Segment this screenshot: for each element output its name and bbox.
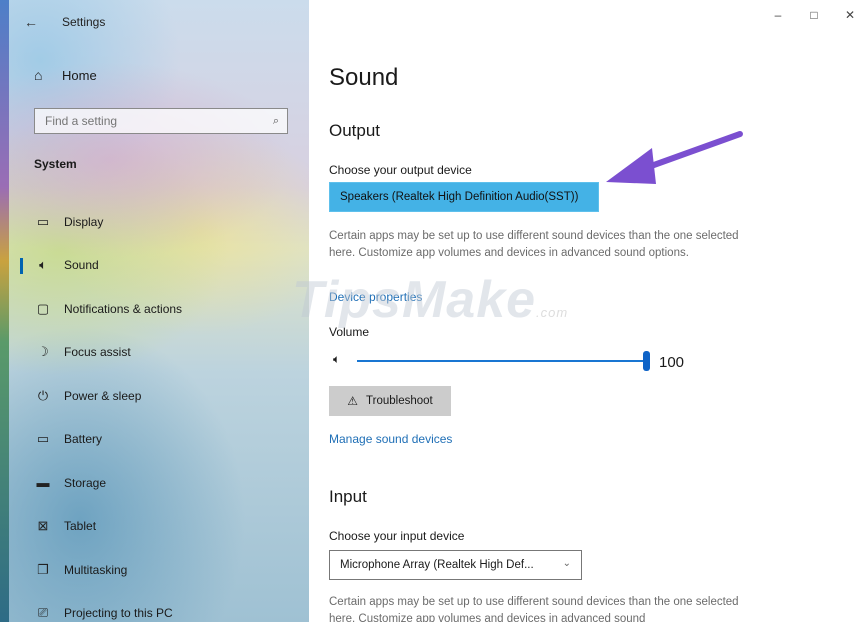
multitasking-icon: ❐ — [37, 561, 49, 577]
storage-icon: ▬ — [36, 475, 50, 491]
title-bar: ← Settings — [24, 14, 105, 30]
manage-sound-devices-link[interactable]: Manage sound devices — [329, 432, 452, 446]
tablet-icon: ⊠ — [37, 518, 49, 534]
input-device-dropdown[interactable]: Microphone Array (Realtek High Def... ⌄ — [329, 550, 582, 580]
back-arrow-icon[interactable]: ← — [24, 14, 44, 30]
sidebar-item-storage[interactable]: ▬ Storage — [24, 461, 309, 505]
watermark: TipsMake.com — [292, 270, 568, 330]
sidebar-item-notifications[interactable]: ▢ Notifications & actions — [24, 287, 309, 331]
input-device-label: Choose your input device — [329, 529, 465, 543]
section-label: System — [34, 157, 77, 171]
input-heading: Input — [329, 487, 367, 506]
close-button[interactable]: ✕ — [832, 0, 868, 30]
home-label: Home — [62, 67, 97, 83]
warning-icon: ⚠ — [347, 394, 359, 408]
sidebar-item-sound[interactable]: 🔈︎ Sound — [20, 244, 309, 288]
sidebar-item-label: Projecting to this PC — [64, 606, 173, 621]
power-icon: ⏻ — [37, 387, 49, 403]
page-title: Sound — [329, 64, 399, 91]
watermark-brand: TipsMake — [292, 271, 537, 329]
volume-slider-track — [357, 360, 647, 362]
output-device-select[interactable]: Speakers (Realtek High Definition Audio(… — [329, 182, 599, 212]
sidebar-item-battery[interactable]: ▭ Battery — [24, 418, 309, 462]
sidebar-item-display[interactable]: ▭ Display — [24, 200, 309, 244]
settings-window: ← Settings ⌂ Home ⌕ System ▭ Display 🔈︎ … — [0, 0, 868, 622]
speaker-icon: 🔈︎ — [39, 257, 47, 273]
sidebar-item-label: Display — [64, 214, 104, 229]
wallpaper-edge — [0, 0, 9, 622]
moon-icon: ☽ — [37, 344, 49, 360]
window-controls: – □ ✕ — [760, 0, 868, 30]
chevron-down-icon: ⌄ — [562, 558, 571, 569]
search-icon[interactable]: ⌕ — [273, 115, 279, 128]
volume-slider[interactable] — [357, 351, 650, 371]
sidebar-item-label: Focus assist — [64, 345, 131, 360]
volume-icon: 🔈︎ — [333, 352, 341, 366]
minimize-button[interactable]: – — [760, 0, 796, 30]
troubleshoot-label: Troubleshoot — [366, 395, 433, 407]
home-nav-item[interactable]: ⌂ Home — [34, 67, 97, 83]
notification-icon: ▢ — [36, 300, 50, 316]
sidebar-item-label: Notifications & actions — [64, 301, 183, 316]
sidebar-item-projecting[interactable]: ⎚ Projecting to this PC — [24, 592, 309, 622]
battery-icon: ▭ — [36, 431, 50, 447]
maximize-button[interactable]: □ — [796, 0, 832, 30]
search-box[interactable]: ⌕ — [34, 108, 288, 134]
sidebar-item-label: Storage — [64, 475, 107, 490]
sidebar-item-power-sleep[interactable]: ⏻ Power & sleep — [24, 374, 309, 418]
input-description: Certain apps may be set up to use differ… — [329, 596, 739, 622]
search-input[interactable] — [43, 113, 273, 129]
sidebar-item-focus-assist[interactable]: ☽ Focus assist — [24, 331, 309, 375]
sidebar-item-label: Battery — [64, 432, 103, 447]
sidebar-item-label: Tablet — [64, 519, 97, 534]
volume-value: 100 — [659, 354, 685, 371]
input-device-value: Microphone Array (Realtek High Def... — [340, 559, 534, 571]
app-title: Settings — [62, 15, 106, 29]
volume-slider-thumb[interactable] — [643, 351, 650, 371]
display-icon: ▭ — [36, 213, 50, 229]
sidebar-item-multitasking[interactable]: ❐ Multitasking — [24, 548, 309, 592]
sidebar-item-label: Sound — [64, 258, 99, 273]
output-heading: Output — [329, 121, 381, 140]
sidebar-nav: ▭ Display 🔈︎ Sound ▢ Notifications & act… — [20, 200, 309, 622]
projecting-icon: ⎚ — [37, 605, 49, 621]
sidebar-item-label: Multitasking — [64, 562, 128, 577]
output-device-label: Choose your output device — [329, 163, 472, 177]
sidebar-item-label: Power & sleep — [64, 388, 142, 403]
watermark-suffix: .com — [536, 305, 569, 320]
troubleshoot-button[interactable]: ⚠ Troubleshoot — [329, 386, 451, 416]
sidebar-item-tablet[interactable]: ⊠ Tablet — [24, 505, 309, 549]
sidebar: ← Settings ⌂ Home ⌕ System ▭ Display 🔈︎ … — [0, 0, 309, 622]
annotation-arrow-icon — [606, 131, 743, 184]
output-description: Certain apps may be set up to use differ… — [329, 230, 739, 259]
home-icon: ⌂ — [34, 67, 43, 83]
